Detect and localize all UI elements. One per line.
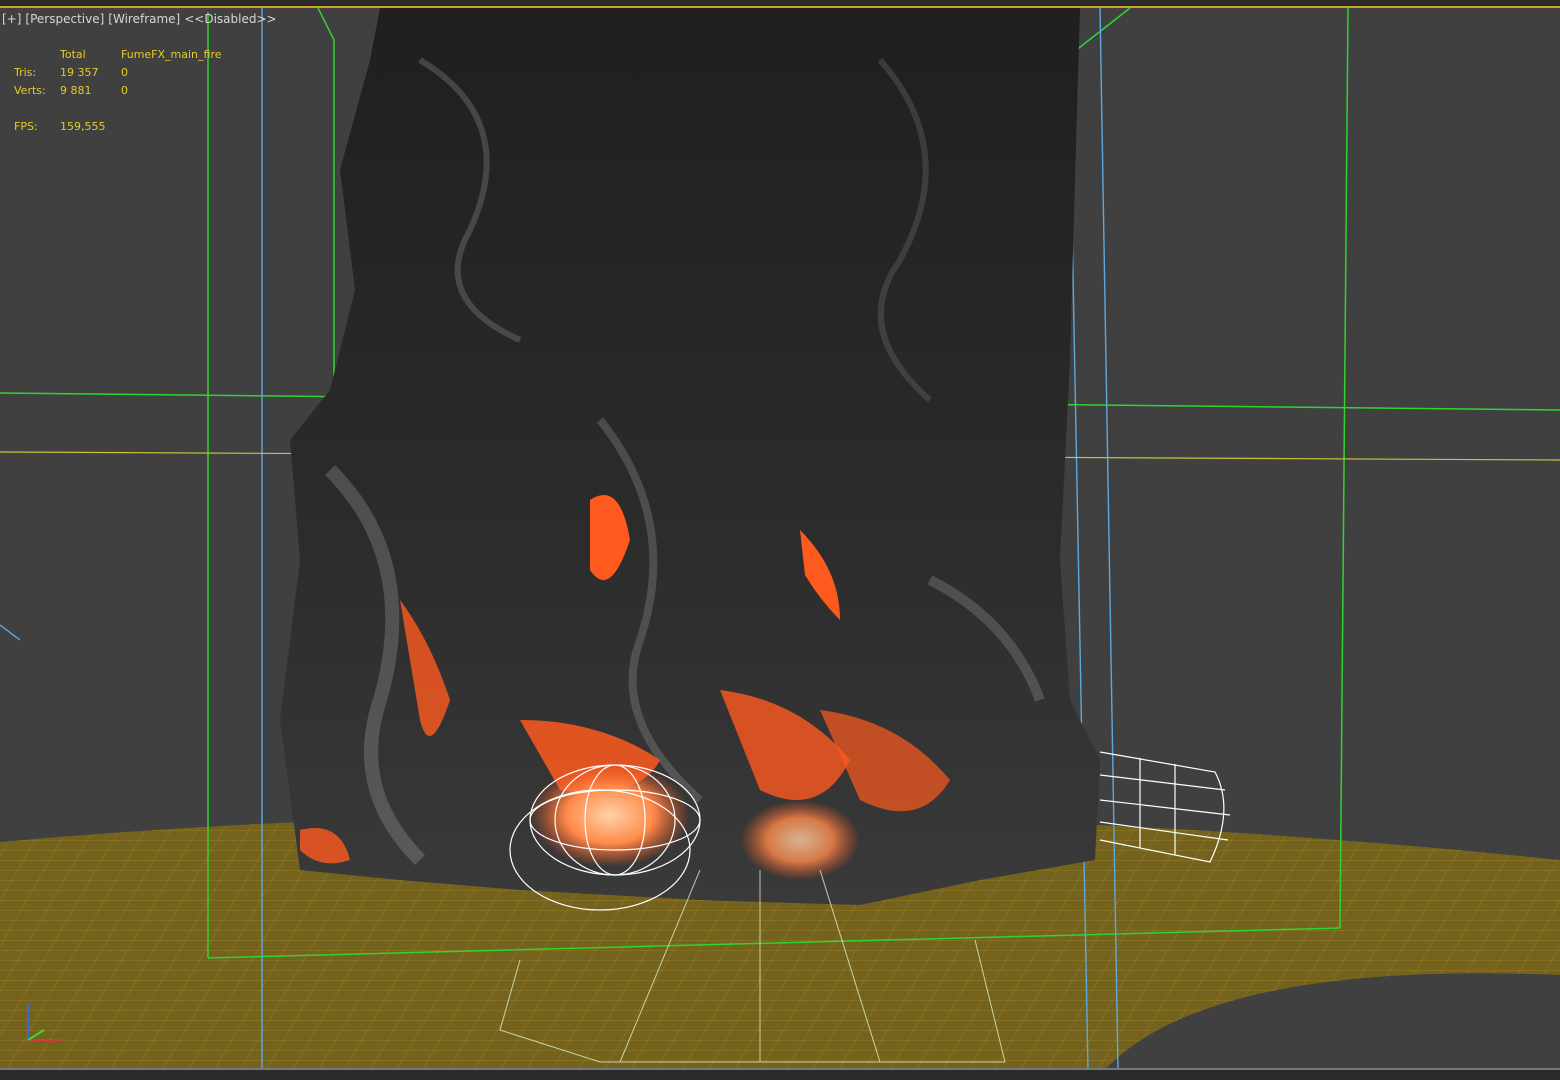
viewport-state-label[interactable]: <<Disabled>> bbox=[184, 12, 276, 26]
verts-label: Verts: bbox=[14, 84, 46, 97]
tris-label: Tris: bbox=[14, 66, 37, 79]
viewport-top-border bbox=[0, 0, 1560, 8]
viewport-view-menu[interactable]: [Perspective] bbox=[25, 12, 104, 26]
scene-render[interactable] bbox=[0, 0, 1560, 1080]
tris-object: 0 bbox=[121, 66, 128, 79]
stats-header-total: Total bbox=[60, 48, 86, 61]
smoke-volume[interactable] bbox=[280, 8, 1100, 905]
viewport-plus-menu[interactable]: [+] bbox=[2, 12, 21, 26]
fps-label: FPS: bbox=[14, 120, 38, 133]
verts-total: 9 881 bbox=[60, 84, 92, 97]
viewport-shading-menu[interactable]: [Wireframe] bbox=[108, 12, 180, 26]
fps-value: 159,555 bbox=[60, 120, 106, 133]
verts-object: 0 bbox=[121, 84, 128, 97]
viewport-bottom-border bbox=[0, 1068, 1560, 1080]
viewport-label-menu[interactable]: [+] [Perspective] [Wireframe] <<Disabled… bbox=[2, 12, 277, 26]
stats-header-object: FumeFX_main_fire bbox=[121, 48, 222, 61]
tris-total: 19 357 bbox=[60, 66, 99, 79]
perspective-viewport[interactable]: [+] [Perspective] [Wireframe] <<Disabled… bbox=[0, 0, 1560, 1080]
statistics-overlay: Total FumeFX_main_fire Tris: 19 357 0 Ve… bbox=[14, 46, 241, 136]
